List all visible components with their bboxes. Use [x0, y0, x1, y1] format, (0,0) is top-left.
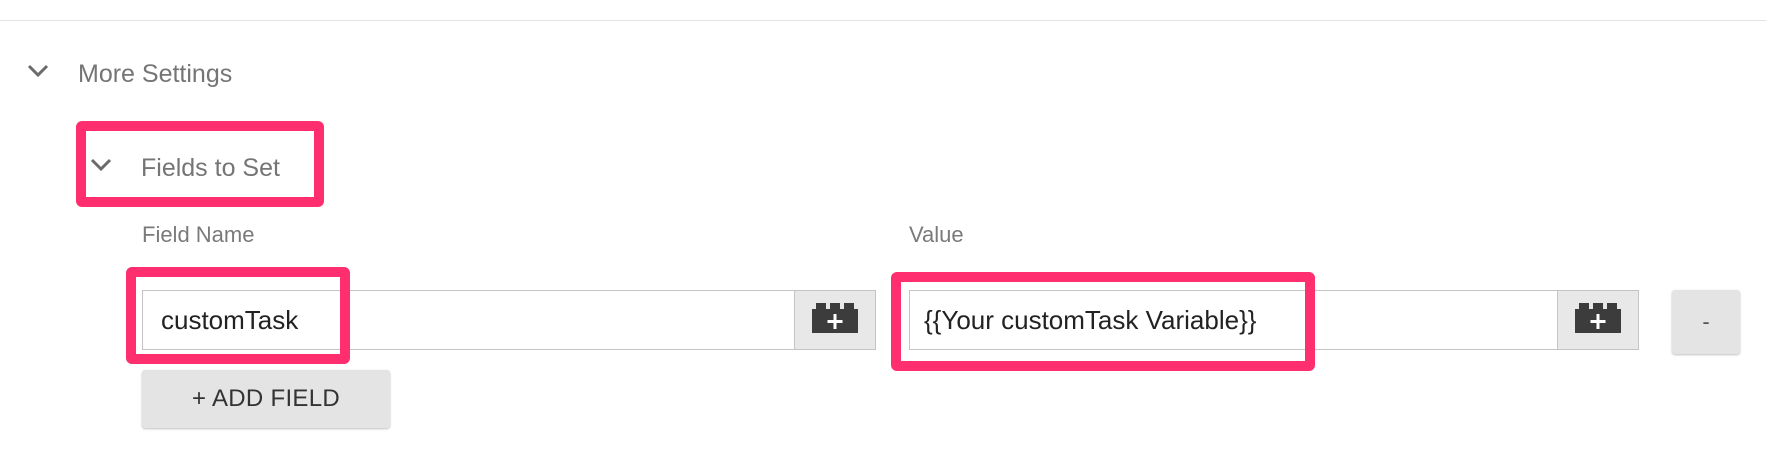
variable-brick-icon — [1575, 302, 1621, 338]
field-name-input[interactable]: customTask — [142, 290, 794, 350]
tag-settings-panel: More Settings Fields to Set Field Name V… — [0, 0, 1766, 468]
fields-to-set-title[interactable]: Fields to Set — [141, 154, 280, 183]
field-name-row: customTask — [142, 290, 876, 350]
chevron-down-icon[interactable] — [27, 64, 49, 78]
insert-variable-button[interactable] — [794, 290, 876, 350]
remove-row-button[interactable]: - — [1672, 290, 1740, 354]
divider — [0, 20, 1766, 21]
value-column-label: Value — [909, 222, 964, 247]
variable-brick-icon — [812, 302, 858, 338]
chevron-down-icon[interactable] — [90, 158, 112, 172]
value-input[interactable]: {{Your customTask Variable}} — [909, 290, 1557, 350]
value-row: {{Your customTask Variable}} — [909, 290, 1639, 350]
more-settings-title[interactable]: More Settings — [78, 60, 232, 89]
add-field-button[interactable]: + ADD FIELD — [142, 370, 390, 428]
insert-variable-button[interactable] — [1557, 290, 1639, 350]
field-name-column-label: Field Name — [142, 222, 255, 247]
